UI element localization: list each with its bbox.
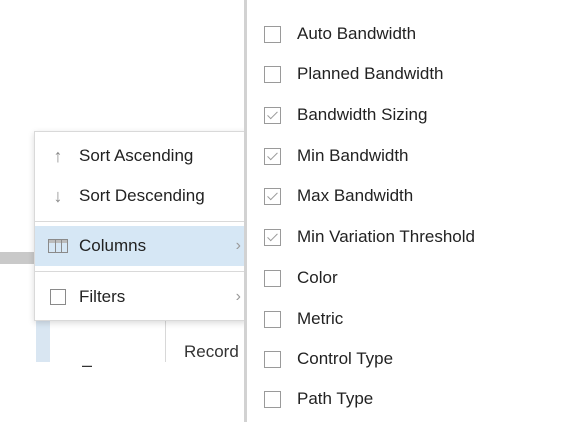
- arrow-down-icon: ↓: [53, 185, 63, 206]
- checkbox-checked[interactable]: [264, 187, 281, 205]
- menu-divider: [35, 221, 247, 222]
- column-option-label: Min Variation Threshold: [297, 227, 475, 246]
- menu-item-label: Columns: [79, 236, 147, 255]
- checkbox-checked[interactable]: [264, 106, 281, 124]
- menu-item-sort-descending[interactable]: ↓ Sort Descending: [35, 176, 247, 216]
- column-option-path-type[interactable]: Path Type: [264, 384, 373, 414]
- grid-column-divider: [165, 320, 166, 362]
- column-option-metric[interactable]: Metric: [264, 304, 343, 334]
- grid-cell-dash: –: [82, 355, 93, 375]
- chevron-right-icon: ›: [235, 288, 241, 305]
- checkbox[interactable]: [264, 350, 281, 368]
- grid-cell-record: Record: [184, 342, 239, 361]
- column-option-label: Bandwidth Sizing: [297, 105, 428, 124]
- grid-row-selection-strip: [36, 320, 50, 362]
- checkbox-checked[interactable]: [264, 147, 281, 165]
- checkbox-checked[interactable]: [264, 228, 281, 246]
- column-option-max-bandwidth[interactable]: Max Bandwidth: [264, 181, 413, 211]
- column-option-label: Max Bandwidth: [297, 186, 414, 205]
- chevron-right-icon: ›: [235, 237, 241, 254]
- column-option-label: Path Type: [297, 389, 374, 408]
- column-chooser-panel: Auto Bandwidth Planned Bandwidth Bandwid…: [244, 0, 565, 422]
- filter-box-icon: [47, 289, 69, 305]
- column-option-bandwidth-sizing[interactable]: Bandwidth Sizing: [264, 100, 427, 130]
- menu-item-sort-ascending[interactable]: ↑ Sort Ascending: [35, 136, 247, 176]
- checkbox[interactable]: [264, 269, 281, 287]
- arrow-up-icon: ↑: [53, 145, 63, 166]
- menu-divider: [35, 271, 247, 272]
- menu-item-filters[interactable]: Filters ›: [35, 277, 247, 317]
- column-option-label: Control Type: [297, 349, 394, 368]
- columns-icon: [47, 239, 69, 253]
- column-option-label: Planned Bandwidth: [297, 64, 444, 83]
- column-option-color[interactable]: Color: [264, 263, 338, 293]
- checkbox[interactable]: [264, 25, 281, 43]
- column-context-menu: ↑ Sort Ascending ↓ Sort Descending Colum…: [34, 131, 248, 321]
- checkbox[interactable]: [264, 310, 281, 328]
- column-option-label: Min Bandwidth: [297, 146, 409, 165]
- column-option-label: Color: [297, 268, 338, 287]
- column-option-planned-bandwidth[interactable]: Planned Bandwidth: [264, 59, 444, 89]
- column-option-label: Auto Bandwidth: [297, 24, 417, 43]
- menu-item-label: Filters: [79, 287, 126, 306]
- checkbox[interactable]: [264, 65, 281, 83]
- menu-item-label: Sort Ascending: [79, 146, 194, 165]
- column-option-auto-bandwidth[interactable]: Auto Bandwidth: [264, 19, 416, 49]
- column-option-min-variation-threshold[interactable]: Min Variation Threshold: [264, 222, 475, 252]
- menu-item-columns[interactable]: Columns ›: [35, 226, 247, 266]
- column-option-control-type[interactable]: Control Type: [264, 344, 393, 374]
- column-option-label: Metric: [297, 309, 344, 328]
- menu-item-label: Sort Descending: [79, 186, 205, 205]
- column-option-min-bandwidth[interactable]: Min Bandwidth: [264, 141, 409, 171]
- checkbox[interactable]: [264, 390, 281, 408]
